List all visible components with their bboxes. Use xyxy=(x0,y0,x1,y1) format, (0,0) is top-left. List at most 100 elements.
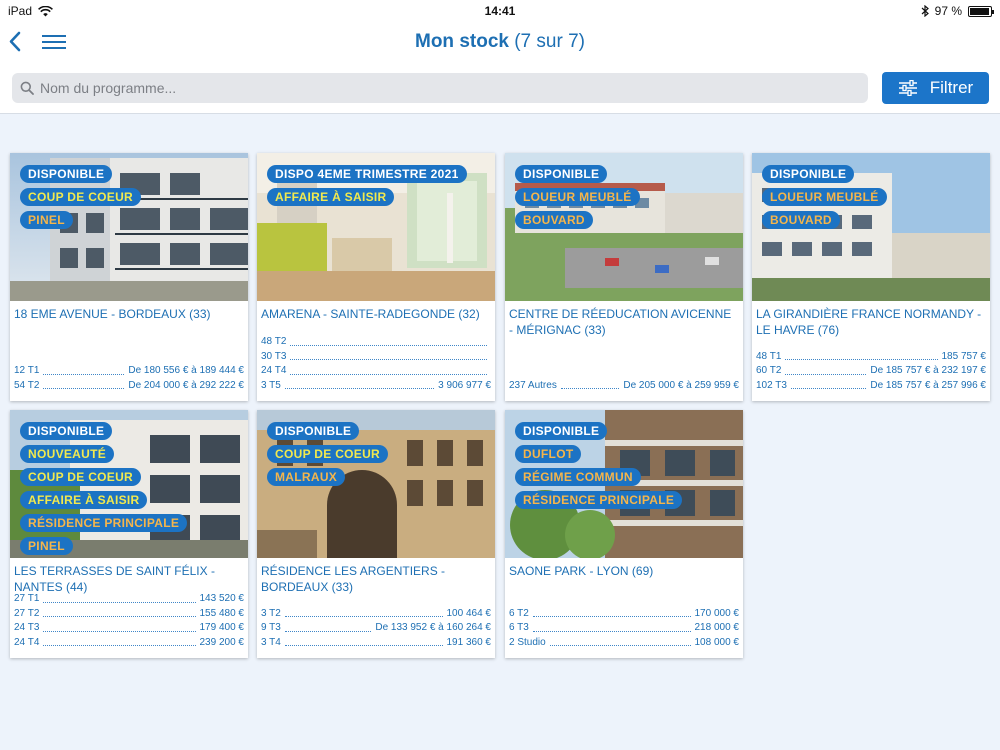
lot-row: 102 T3 De 185 757 € à 257 996 € xyxy=(756,379,986,394)
tag-badge: RÉSIDENCE PRINCIPALE xyxy=(515,491,683,509)
search-icon xyxy=(20,81,34,95)
tag-badge: DISPONIBLE xyxy=(515,165,608,183)
lot-price: 108 000 € xyxy=(694,636,740,648)
lot-row: 24 T4 239 200 € xyxy=(14,636,244,651)
program-title: AMARENA - SAINTE-RADEGONDE (32) xyxy=(261,307,480,321)
lot-list: 48 T1 185 757 € 60 T2 De 185 757 € à 232 1… xyxy=(756,350,986,394)
sliders-icon xyxy=(898,80,917,96)
program-tags: DISPONIBLE DUFLOT RÉGIME COMMUN RÉSIDENC… xyxy=(515,422,683,509)
lot-row: 30 T3 xyxy=(261,350,491,365)
lot-list: 237 Autres De 205 000 € à 259 959 € xyxy=(509,379,739,394)
lot-type: 6 T3 xyxy=(509,622,529,633)
tag-badge: DUFLOT xyxy=(515,445,582,463)
tag-badge: LOUEUR MEUBLÉ xyxy=(515,188,640,206)
page-title-count: (7 sur 7) xyxy=(514,31,585,52)
page-title-text: Mon stock xyxy=(415,31,509,52)
tag-badge: BOUVARD xyxy=(515,211,593,229)
program-image: DISPO 4EME TRIMESTRE 2021 AFFAIRE À SAIS… xyxy=(257,153,495,301)
tag-badge: LOUEUR MEUBLÉ xyxy=(762,188,887,206)
program-image: DISPONIBLE LOUEUR MEUBLÉ BOUVARD xyxy=(505,153,743,301)
lot-list: 27 T1 143 520 € 27 T2 155 480 € 24 T3 179 4… xyxy=(14,592,244,650)
lot-type: 9 T3 xyxy=(261,622,281,633)
status-right: 97 % xyxy=(921,4,994,18)
lot-type: 27 T1 xyxy=(14,593,40,604)
lot-row: 3 T5 3 906 977 € xyxy=(261,379,491,394)
lot-type: 54 T2 xyxy=(14,379,40,391)
program-image: DISPONIBLE NOUVEAUTÉ COUP DE COEUR AFFAI… xyxy=(10,410,248,558)
program-card[interactable]: DISPONIBLE NOUVEAUTÉ COUP DE COEUR AFFAI… xyxy=(10,410,248,658)
lot-row: 60 T2 De 185 757 € à 232 197 € xyxy=(756,364,986,379)
program-card[interactable]: DISPONIBLE DUFLOT RÉGIME COMMUN RÉSIDENC… xyxy=(505,410,743,658)
status-bar: iPad 14:41 97 % xyxy=(0,0,1000,22)
search-bar: Filtrer xyxy=(0,62,1000,114)
tag-badge: DISPONIBLE xyxy=(20,165,113,183)
program-tags: DISPONIBLE COUP DE COEUR PINEL xyxy=(20,165,142,229)
lot-type: 48 T1 xyxy=(756,350,782,362)
filter-button-label: Filtrer xyxy=(929,78,974,97)
program-tags: DISPONIBLE LOUEUR MEUBLÉ BOUVARD xyxy=(762,165,887,229)
tag-badge: PINEL xyxy=(20,211,73,229)
lot-list: 12 T1 De 180 556 € à 189 444 € 54 T2 De 20… xyxy=(14,364,244,393)
lot-type: 237 Autres xyxy=(509,379,557,391)
lot-row: 12 T1 De 180 556 € à 189 444 € xyxy=(14,364,244,379)
bluetooth-icon xyxy=(921,5,929,17)
lot-price: 218 000 € xyxy=(694,622,740,633)
program-title: LA GIRANDIÈRE FRANCE NORMANDY - LE HAVRE… xyxy=(756,307,982,337)
search-input[interactable] xyxy=(40,80,840,96)
lot-price: 3 906 977 € xyxy=(438,379,491,391)
lot-price: De 205 000 € à 259 959 € xyxy=(623,379,739,391)
lot-row: 6 T2 170 000 € xyxy=(509,607,739,622)
tag-badge: RÉGIME COMMUN xyxy=(515,468,641,486)
program-card[interactable]: DISPONIBLE LOUEUR MEUBLÉ BOUVARD LA GIRA… xyxy=(752,153,990,401)
lot-type: 102 T3 xyxy=(756,379,787,391)
lot-type: 30 T3 xyxy=(261,350,287,362)
tag-badge: COUP DE COEUR xyxy=(267,445,389,463)
lot-price: De 185 757 € à 232 197 € xyxy=(870,365,986,376)
program-title: LES TERRASSES DE SAINT FÉLIX - NANTES (4… xyxy=(14,564,215,594)
lot-row: 3 T4 191 360 € xyxy=(261,636,491,651)
lot-type: 2 Studio xyxy=(509,636,546,648)
program-image: DISPONIBLE COUP DE COEUR MALRAUX xyxy=(257,410,495,558)
battery-percent: 97 % xyxy=(934,4,962,18)
lot-row: 24 T4 xyxy=(261,364,491,379)
lot-type: 48 T2 xyxy=(261,336,287,347)
tag-badge: RÉSIDENCE PRINCIPALE xyxy=(20,514,188,532)
lot-list: 6 T2 170 000 € 6 T3 218 000 € 2 Studio 108 … xyxy=(509,607,739,651)
tag-badge: DISPONIBLE xyxy=(20,422,113,440)
lot-price: 155 480 € xyxy=(199,607,245,619)
lot-price: 239 200 € xyxy=(199,636,245,648)
lot-price: De 204 000 € à 292 222 € xyxy=(128,379,244,391)
battery-fill xyxy=(970,7,990,15)
tag-badge: DISPONIBLE xyxy=(515,422,608,440)
lot-price: 191 360 € xyxy=(446,636,492,648)
page-title: Mon stock (7 sur 7) xyxy=(0,31,1000,53)
lot-price: 179 400 € xyxy=(199,622,245,633)
filter-button[interactable]: Filtrer xyxy=(882,72,989,104)
program-title: CENTRE DE RÉEDUCATION AVICENNE - MÉRIGNA… xyxy=(509,307,732,337)
lot-type: 3 T5 xyxy=(261,379,281,391)
program-card[interactable]: DISPONIBLE LOUEUR MEUBLÉ BOUVARD CENTRE … xyxy=(505,153,743,401)
tag-badge: AFFAIRE À SAISIR xyxy=(20,491,148,509)
lot-list: 48 T2 30 T3 24 T4 3 T5 3 906 977 € xyxy=(261,335,491,393)
program-card[interactable]: DISPONIBLE COUP DE COEUR MALRAUX RÉSIDEN… xyxy=(257,410,495,658)
lot-price: 170 000 € xyxy=(694,607,740,619)
lot-row: 24 T3 179 400 € xyxy=(14,621,244,636)
program-image: DISPONIBLE COUP DE COEUR PINEL xyxy=(10,153,248,301)
lot-row: 237 Autres De 205 000 € à 259 959 € xyxy=(509,379,739,394)
lot-row: 3 T2 100 464 € xyxy=(261,607,491,622)
tag-badge: BOUVARD xyxy=(762,211,840,229)
program-title: SAONE PARK - LYON (69) xyxy=(509,564,654,578)
search-box[interactable] xyxy=(12,73,868,103)
lot-row: 6 T3 218 000 € xyxy=(509,621,739,636)
lot-row: 48 T2 xyxy=(261,335,491,350)
program-card[interactable]: DISPO 4EME TRIMESTRE 2021 AFFAIRE À SAIS… xyxy=(257,153,495,401)
lot-row: 9 T3 De 133 952 € à 160 264 € xyxy=(261,621,491,636)
status-time: 14:41 xyxy=(484,4,516,18)
program-card[interactable]: DISPONIBLE COUP DE COEUR PINEL 18 EME AV… xyxy=(10,153,248,401)
program-image: DISPONIBLE LOUEUR MEUBLÉ BOUVARD xyxy=(752,153,990,301)
program-tags: DISPO 4EME TRIMESTRE 2021 AFFAIRE À SAIS… xyxy=(267,165,467,206)
lot-type: 24 T4 xyxy=(14,636,40,648)
lot-type: 24 T4 xyxy=(261,365,287,376)
lot-row: 54 T2 De 204 000 € à 292 222 € xyxy=(14,379,244,394)
lot-row: 27 T1 143 520 € xyxy=(14,592,244,607)
